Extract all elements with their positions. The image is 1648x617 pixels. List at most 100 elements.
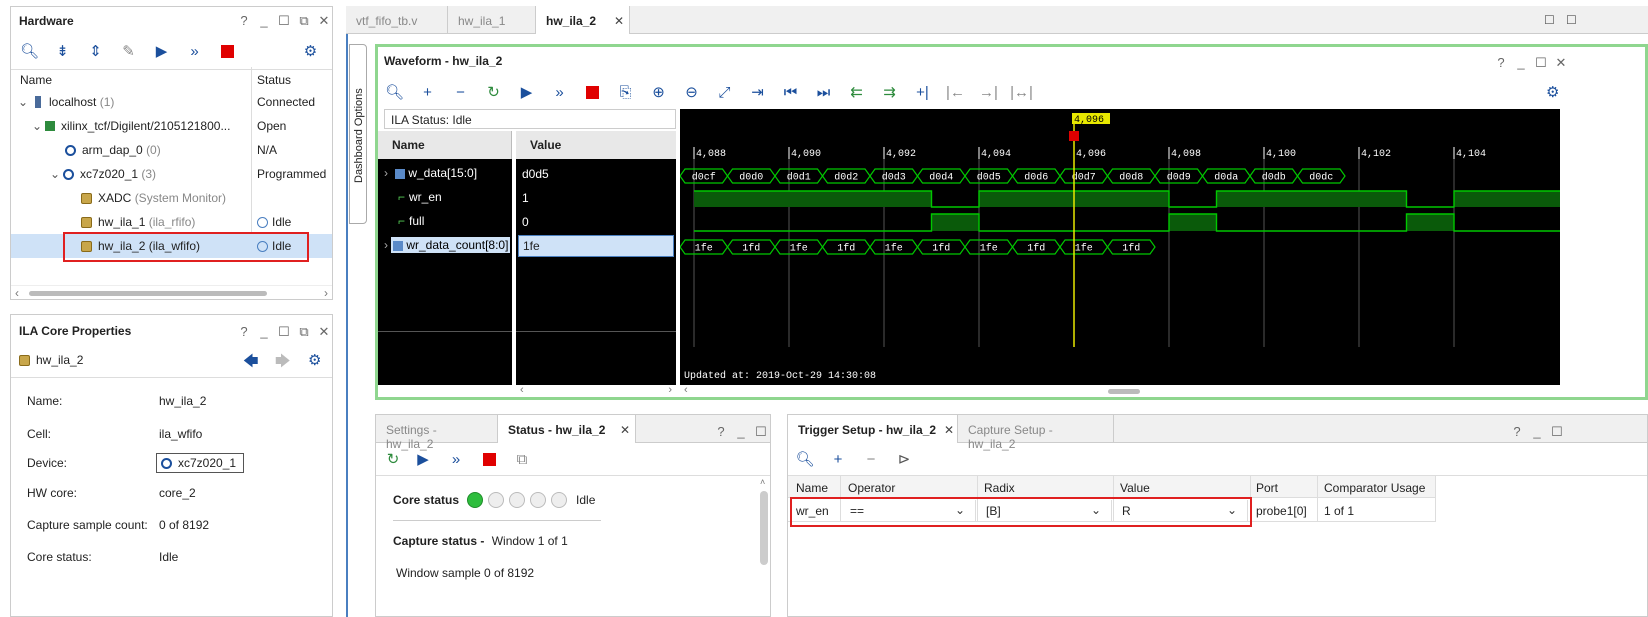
col-name-header[interactable]: Name [20, 73, 52, 87]
maximize-icon[interactable]: ☐ [754, 424, 768, 440]
vertical-scrollbar[interactable] [760, 491, 768, 565]
chevron-down-icon[interactable]: ⌄ [11, 95, 35, 109]
tab-hw-ila-1[interactable]: hw_ila_1 [448, 6, 536, 34]
expand-chevron-icon[interactable]: › [384, 166, 388, 180]
stop-icon[interactable] [576, 80, 609, 104]
zoom-fit-icon[interactable]: ⤢ [708, 80, 741, 104]
maximize-icon[interactable]: ☐ [1550, 424, 1564, 440]
help-icon[interactable]: ? [237, 13, 251, 29]
help-icon[interactable]: ? [714, 424, 728, 440]
minimize-icon[interactable]: _ [1514, 55, 1528, 71]
minimize-icon[interactable]: _ [734, 424, 748, 440]
maximize-icon[interactable]: ☐ [1566, 13, 1577, 27]
run-immediate-icon[interactable]: » [438, 447, 474, 471]
auto-retrigger-icon[interactable]: ↻ [378, 447, 408, 471]
run-immediate-icon[interactable]: » [178, 39, 211, 63]
zoom-out-icon[interactable]: ⊖ [675, 80, 708, 104]
back-arrow-icon[interactable]: 🡄 [243, 351, 259, 376]
column-header-name[interactable]: Name [796, 481, 828, 495]
tab-hw-ila-2[interactable]: hw_ila_2 ✕ [536, 6, 630, 34]
close-tab-icon[interactable]: ✕ [944, 423, 954, 437]
search-icon[interactable]: 🔍︎ [790, 447, 820, 471]
column-header-radix[interactable]: Radix [984, 481, 1015, 495]
maximize-icon[interactable]: ☐ [277, 13, 291, 29]
help-icon[interactable]: ? [1510, 424, 1524, 440]
tree-row-xc7z020[interactable]: ⌄ xc7z020_1 (3) Programmed [11, 162, 332, 186]
add-icon[interactable]: + [411, 80, 444, 104]
signal-row-full[interactable]: ⌐ full [378, 211, 512, 233]
value-wr-data-count[interactable]: 1fe [518, 235, 674, 257]
expand-all-icon[interactable]: ⇕ [79, 39, 112, 63]
signal-row-w-data[interactable]: › w_data[15:0] [378, 163, 512, 185]
maximize-icon[interactable]: ☐ [277, 324, 291, 340]
stop-icon[interactable] [474, 447, 504, 471]
horizontal-scrollbar[interactable]: ‹ › [11, 285, 332, 300]
trigger-setup-icon[interactable]: ⧉ [504, 447, 540, 471]
tab-settings[interactable]: Settings - hw_ila_2 [376, 415, 498, 451]
tree-row-xilinx-tcf[interactable]: ⌄ xilinx_tcf/Digilent/2105121800... Open [11, 114, 332, 138]
search-icon[interactable]: 🔍︎ [378, 80, 411, 104]
previous-transition-icon[interactable]: ⇇ [840, 80, 873, 104]
next-transition-icon[interactable]: ⇉ [873, 80, 906, 104]
expand-chevron-icon[interactable]: › [384, 238, 388, 252]
column-header-value[interactable]: Value [1120, 481, 1150, 495]
close-icon[interactable]: ✕ [1554, 55, 1568, 71]
remove-probe-icon[interactable]: − [856, 447, 886, 471]
auto-retrigger-icon[interactable]: ↻ [477, 80, 510, 104]
goto-start-icon[interactable]: ⏮ [774, 80, 807, 104]
signal-row-wr-en[interactable]: ⌐ wr_en [378, 187, 512, 209]
tree-row-xadc[interactable]: XADC (System Monitor) [11, 186, 332, 210]
close-tab-icon[interactable]: ✕ [614, 14, 624, 28]
collapse-all-icon[interactable]: ⇟ [46, 39, 79, 63]
settings-gear-icon[interactable]: ⚙ [1546, 83, 1559, 101]
column-header-comparator[interactable]: Comparator Usage [1324, 481, 1425, 495]
column-header-operator[interactable]: Operator [848, 481, 895, 495]
goto-cursor-icon[interactable]: ⇥ [741, 80, 774, 104]
tab-trigger-setup[interactable]: Trigger Setup - hw_ila_2 ✕ [788, 415, 958, 443]
column-header-port[interactable]: Port [1256, 481, 1278, 495]
minimize-icon[interactable]: _ [1530, 424, 1544, 440]
forward-arrow-icon[interactable]: 🡆 [275, 351, 291, 376]
restore-icon[interactable]: ☐ [1544, 13, 1555, 27]
scroll-up-icon[interactable]: ˄ [760, 477, 765, 487]
device-link[interactable]: xc7z020_1 [156, 453, 244, 473]
chevron-down-icon[interactable]: ⌄ [29, 119, 45, 133]
name-column-header[interactable]: Name [378, 131, 512, 159]
run-trigger-icon[interactable]: ▶ [145, 39, 178, 63]
stop-icon[interactable] [211, 39, 244, 63]
trigger-condition-icon[interactable]: ⊳ [886, 447, 922, 471]
float-icon[interactable]: ⧉ [297, 324, 311, 340]
remove-icon[interactable]: − [444, 80, 477, 104]
settings-gear-icon[interactable]: ⚙ [308, 351, 321, 369]
add-marker-icon[interactable]: +| [906, 80, 939, 104]
tree-row-arm-dap[interactable]: arm_dap_0 (0) N/A [11, 138, 332, 162]
float-icon[interactable]: ⧉ [297, 13, 311, 29]
minimize-icon[interactable]: _ [257, 324, 271, 340]
zoom-in-icon[interactable]: ⊕ [642, 80, 675, 104]
run-trigger-icon[interactable]: ▶ [510, 80, 543, 104]
waveform-canvas[interactable]: 4,088 4,090 4,092 4,094 4,096 4,098 4,100 4,102… [679, 109, 1644, 385]
run-immediate-icon[interactable]: » [543, 80, 576, 104]
col-status-header[interactable]: Status [257, 73, 291, 87]
run-trigger-icon[interactable]: ▶ [408, 447, 438, 471]
tab-capture-setup[interactable]: Capture Setup - hw_ila_2 [958, 415, 1114, 451]
tab-vtf-fifo-tb[interactable]: vtf_fifo_tb.v [346, 6, 448, 34]
goto-end-icon[interactable]: ⏭ [807, 80, 840, 104]
waveform-scrollbar[interactable]: ‹ [680, 384, 1560, 397]
export-icon[interactable]: ⎘ [609, 80, 642, 104]
signal-row-wr-data-count[interactable]: › wr_data_count[8:0] [378, 235, 512, 257]
settings-gear-icon[interactable]: ⚙ [294, 39, 327, 63]
tree-row-localhost[interactable]: ⌄ localhost (1) Connected [11, 90, 332, 114]
tree-row-hw-ila-1[interactable]: hw_ila_1 (ila_rfifo) Idle [11, 210, 332, 234]
auto-connect-icon[interactable]: ✎ [112, 39, 145, 63]
tab-status[interactable]: Status - hw_ila_2 ✕ [498, 415, 636, 443]
next-marker-icon[interactable]: →| [972, 80, 1005, 104]
minimize-icon[interactable]: _ [257, 13, 271, 29]
search-icon[interactable]: 🔍︎ [13, 39, 46, 63]
help-icon[interactable]: ? [237, 324, 251, 340]
close-icon[interactable]: ✕ [317, 324, 331, 340]
previous-marker-icon[interactable]: |← [939, 80, 972, 104]
chevron-down-icon[interactable]: ⌄ [47, 167, 63, 181]
swap-cursors-icon[interactable]: |↔| [1005, 80, 1038, 104]
name-value-scrollbar[interactable]: ‹ › [516, 384, 676, 397]
